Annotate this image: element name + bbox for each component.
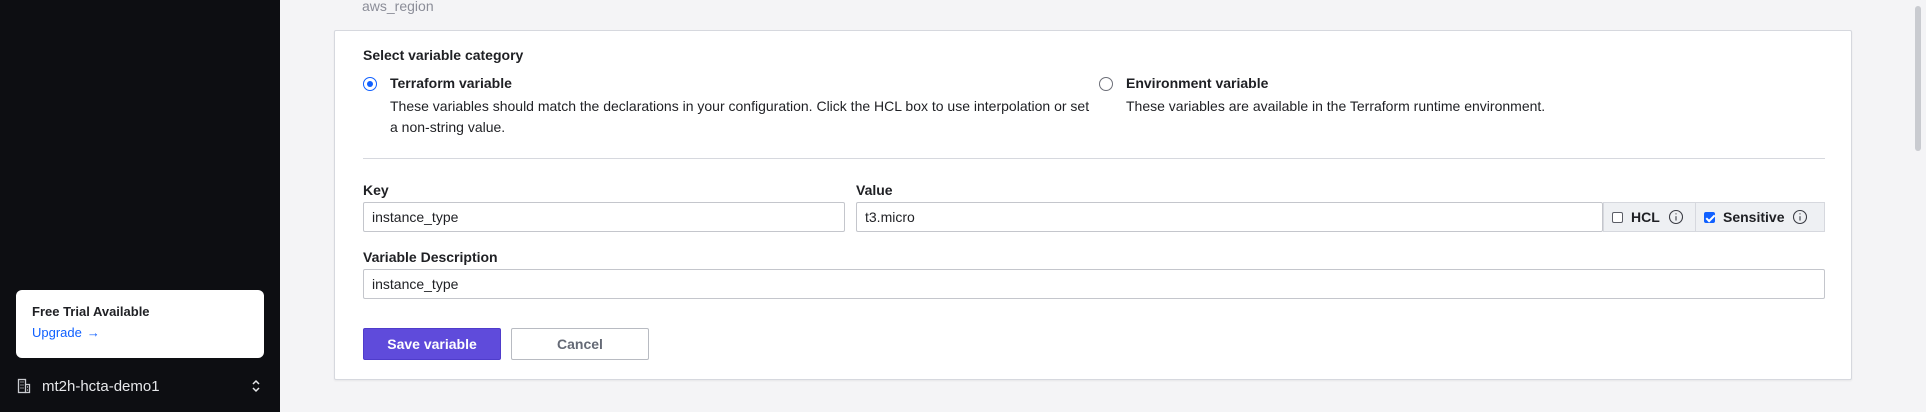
terraform-variable-label: Terraform variable: [390, 75, 512, 91]
free-trial-title: Free Trial Available: [32, 304, 150, 319]
hcl-toggle[interactable]: HCL: [1603, 202, 1696, 232]
info-icon[interactable]: [1668, 209, 1684, 225]
main-content: aws_region Select variable category Terr…: [280, 0, 1906, 412]
hcl-label: HCL: [1631, 209, 1660, 225]
org-name: mt2h-hcta-demo1: [42, 377, 160, 395]
arrow-right-icon: →: [86, 325, 100, 340]
chevron-up-down-icon: [248, 378, 264, 394]
sensitive-toggle[interactable]: Sensitive: [1696, 202, 1825, 232]
info-icon[interactable]: [1792, 209, 1808, 225]
cancel-button[interactable]: Cancel: [511, 328, 649, 360]
key-input[interactable]: [363, 202, 845, 232]
terraform-variable-description: These variables should match the declara…: [390, 98, 1090, 135]
category-heading: Select variable category: [363, 47, 524, 63]
value-input[interactable]: [856, 202, 1603, 232]
previous-variable-key: aws_region: [362, 0, 434, 14]
terraform-variable-radio[interactable]: [363, 77, 377, 91]
hcl-checkbox[interactable]: [1612, 211, 1623, 223]
environment-variable-label: Environment variable: [1126, 75, 1269, 91]
org-switcher[interactable]: mt2h-hcta-demo1: [16, 374, 264, 398]
divider: [363, 158, 1825, 159]
sensitive-checkbox[interactable]: [1704, 211, 1715, 223]
add-variable-form: Select variable category Terraform varia…: [334, 30, 1852, 380]
free-trial-card: Free Trial Available Upgrade →: [16, 290, 264, 358]
upgrade-link[interactable]: Upgrade →: [32, 325, 248, 340]
building-icon: [16, 378, 32, 394]
page-scrollbar[interactable]: [1906, 0, 1926, 412]
value-label: Value: [856, 182, 893, 198]
variable-description-input[interactable]: [363, 269, 1825, 299]
environment-variable-description: These variables are available in the Ter…: [1126, 98, 1546, 114]
variable-description-label: Variable Description: [363, 249, 498, 265]
upgrade-label: Upgrade: [32, 325, 82, 340]
sensitive-label: Sensitive: [1723, 209, 1785, 225]
environment-variable-radio[interactable]: [1099, 77, 1113, 91]
sidebar: Free Trial Available Upgrade → mt2h-hcta-…: [0, 0, 280, 412]
key-label: Key: [363, 182, 389, 198]
save-variable-button[interactable]: Save variable: [363, 328, 501, 360]
scrollbar-thumb[interactable]: [1915, 6, 1921, 151]
